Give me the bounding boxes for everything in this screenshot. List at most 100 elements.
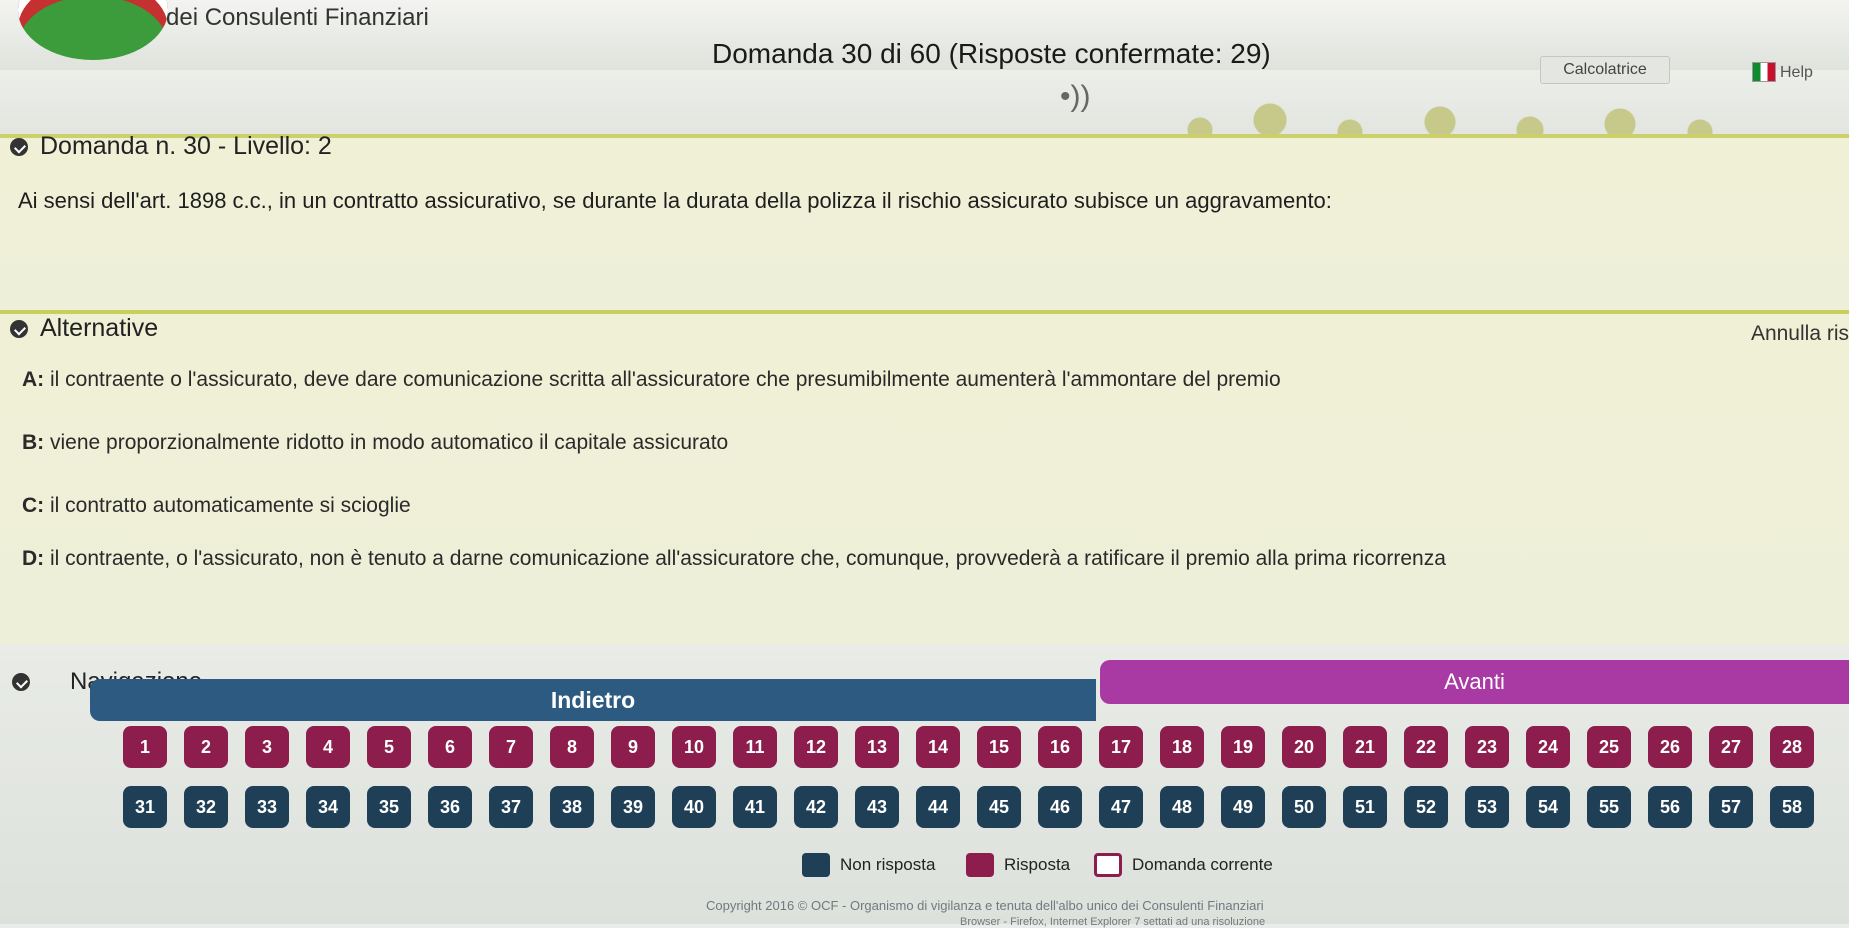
current-swatch	[1094, 853, 1122, 877]
question-nav-button-53[interactable]: 53	[1465, 786, 1509, 828]
answer-letter: A:	[22, 368, 45, 391]
question-nav-button-13[interactable]: 13	[855, 726, 899, 768]
question-nav-button-38[interactable]: 38	[550, 786, 594, 828]
answer-text: il contratto automaticamente si scioglie	[44, 494, 411, 517]
question-nav-button-39[interactable]: 39	[611, 786, 655, 828]
question-nav-button-3[interactable]: 3	[245, 726, 289, 768]
next-button[interactable]: Avanti	[1100, 660, 1849, 704]
question-nav-button-54[interactable]: 54	[1526, 786, 1570, 828]
answer-option-c[interactable]: C: il contratto automaticamente si sciog…	[22, 494, 411, 518]
ocf-logo	[18, 0, 168, 60]
question-nav-button-58[interactable]: 58	[1770, 786, 1814, 828]
question-nav-button-11[interactable]: 11	[733, 726, 777, 768]
question-nav-button-22[interactable]: 22	[1404, 726, 1448, 768]
question-nav-button-2[interactable]: 2	[184, 726, 228, 768]
question-nav-button-9[interactable]: 9	[611, 726, 655, 768]
calculator-button[interactable]: Calcolatrice	[1540, 56, 1670, 84]
question-nav-button-36[interactable]: 36	[428, 786, 472, 828]
question-section-title: Domanda n. 30 - Livello: 2	[10, 132, 332, 161]
answer-option-a[interactable]: A: il contraente o l'assicurato, deve da…	[22, 368, 1281, 392]
alternatives-heading: Alternative	[40, 314, 159, 342]
legend-label: Non risposta	[840, 855, 936, 874]
answer-option-b[interactable]: B: viene proporzionalmente ridotto in mo…	[22, 431, 728, 455]
question-nav-button-5[interactable]: 5	[367, 726, 411, 768]
question-nav-button-55[interactable]: 55	[1587, 786, 1631, 828]
answer-letter: B:	[22, 431, 45, 454]
question-nav-button-41[interactable]: 41	[733, 786, 777, 828]
section-bullet-icon	[10, 137, 28, 156]
answer-letter: D:	[22, 547, 45, 570]
question-nav-button-16[interactable]: 16	[1038, 726, 1082, 768]
question-nav-button-10[interactable]: 10	[672, 726, 716, 768]
question-nav-button-26[interactable]: 26	[1648, 726, 1692, 768]
question-nav-button-1[interactable]: 1	[123, 726, 167, 768]
question-nav-button-19[interactable]: 19	[1221, 726, 1265, 768]
answer-letter: C:	[22, 494, 45, 517]
question-nav-button-20[interactable]: 20	[1282, 726, 1326, 768]
question-nav-button-32[interactable]: 32	[184, 786, 228, 828]
question-nav-button-49[interactable]: 49	[1221, 786, 1265, 828]
legend-current: Domanda corrente	[1094, 853, 1273, 877]
question-nav-button-37[interactable]: 37	[489, 786, 533, 828]
question-nav-button-6[interactable]: 6	[428, 726, 472, 768]
question-nav-button-21[interactable]: 21	[1343, 726, 1387, 768]
question-nav-button-57[interactable]: 57	[1709, 786, 1753, 828]
question-nav-button-17[interactable]: 17	[1099, 726, 1143, 768]
question-nav-button-44[interactable]: 44	[916, 786, 960, 828]
question-nav-button-33[interactable]: 33	[245, 786, 289, 828]
question-nav-button-40[interactable]: 40	[672, 786, 716, 828]
question-nav-button-52[interactable]: 52	[1404, 786, 1448, 828]
audio-speaker-icon[interactable]: •))	[1060, 80, 1090, 114]
question-nav-button-50[interactable]: 50	[1282, 786, 1326, 828]
org-name: dei Consulenti Finanziari	[166, 4, 429, 31]
section-bullet-icon	[12, 673, 30, 691]
browser-note: Browser - Firefox, Internet Explorer 7 s…	[960, 916, 1266, 928]
question-nav-button-43[interactable]: 43	[855, 786, 899, 828]
question-text: Ai sensi dell'art. 1898 c.c., in un cont…	[18, 188, 1332, 213]
alternatives-section-title: Alternative	[10, 314, 158, 343]
alternatives-panel: Alternative Annulla ris A: il contraente…	[0, 310, 1849, 645]
answer-text: il contraente, o l'assicurato, non è ten…	[44, 547, 1446, 570]
back-button[interactable]: Indietro	[90, 679, 1096, 721]
question-nav-button-24[interactable]: 24	[1526, 726, 1570, 768]
question-nav-button-31[interactable]: 31	[123, 786, 167, 828]
question-nav-button-47[interactable]: 47	[1099, 786, 1143, 828]
answer-text: il contraente o l'assicurato, deve dare …	[44, 368, 1281, 391]
question-counter: Domanda 30 di 60 (Risposte confermate: 2…	[712, 38, 1271, 69]
legend-label: Risposta	[1004, 855, 1071, 874]
question-nav-button-46[interactable]: 46	[1038, 786, 1082, 828]
question-nav-button-12[interactable]: 12	[794, 726, 838, 768]
answered-swatch	[966, 853, 994, 877]
question-nav-button-51[interactable]: 51	[1343, 786, 1387, 828]
legend-label: Domanda corrente	[1132, 855, 1273, 874]
question-heading: Domanda n. 30 - Livello: 2	[40, 132, 332, 160]
question-nav-button-14[interactable]: 14	[916, 726, 960, 768]
question-nav-button-42[interactable]: 42	[794, 786, 838, 828]
question-nav-button-56[interactable]: 56	[1648, 786, 1692, 828]
question-nav-button-28[interactable]: 28	[1770, 726, 1814, 768]
question-nav-button-15[interactable]: 15	[977, 726, 1021, 768]
question-nav-button-27[interactable]: 27	[1709, 726, 1753, 768]
question-nav-button-45[interactable]: 45	[977, 786, 1021, 828]
answer-text: viene proporzionalmente ridotto in modo …	[44, 431, 729, 454]
help-link[interactable]: Help	[1780, 64, 1813, 82]
question-nav-button-7[interactable]: 7	[489, 726, 533, 768]
navigation-panel: Navigazione Avanti Indietro 123456789101…	[0, 650, 1849, 928]
question-nav-button-23[interactable]: 23	[1465, 726, 1509, 768]
question-nav-button-48[interactable]: 48	[1160, 786, 1204, 828]
question-nav-button-8[interactable]: 8	[550, 726, 594, 768]
question-panel: Domanda n. 30 - Livello: 2 Ai sensi dell…	[0, 132, 1849, 312]
unanswered-swatch	[802, 853, 830, 877]
copyright-text: Copyright 2016 © OCF - Organismo di vigi…	[706, 898, 1264, 913]
question-nav-button-35[interactable]: 35	[367, 786, 411, 828]
question-nav-button-34[interactable]: 34	[306, 786, 350, 828]
legend-unanswered: Non risposta	[802, 853, 935, 877]
legend-answered: Risposta	[966, 853, 1070, 877]
question-nav-button-25[interactable]: 25	[1587, 726, 1631, 768]
italian-flag-icon[interactable]	[1752, 62, 1776, 82]
question-nav-button-4[interactable]: 4	[306, 726, 350, 768]
section-bullet-icon	[10, 319, 28, 338]
cancel-answer-link[interactable]: Annulla ris	[1751, 322, 1849, 346]
answer-option-d[interactable]: D: il contraente, o l'assicurato, non è …	[22, 547, 1446, 571]
question-nav-button-18[interactable]: 18	[1160, 726, 1204, 768]
